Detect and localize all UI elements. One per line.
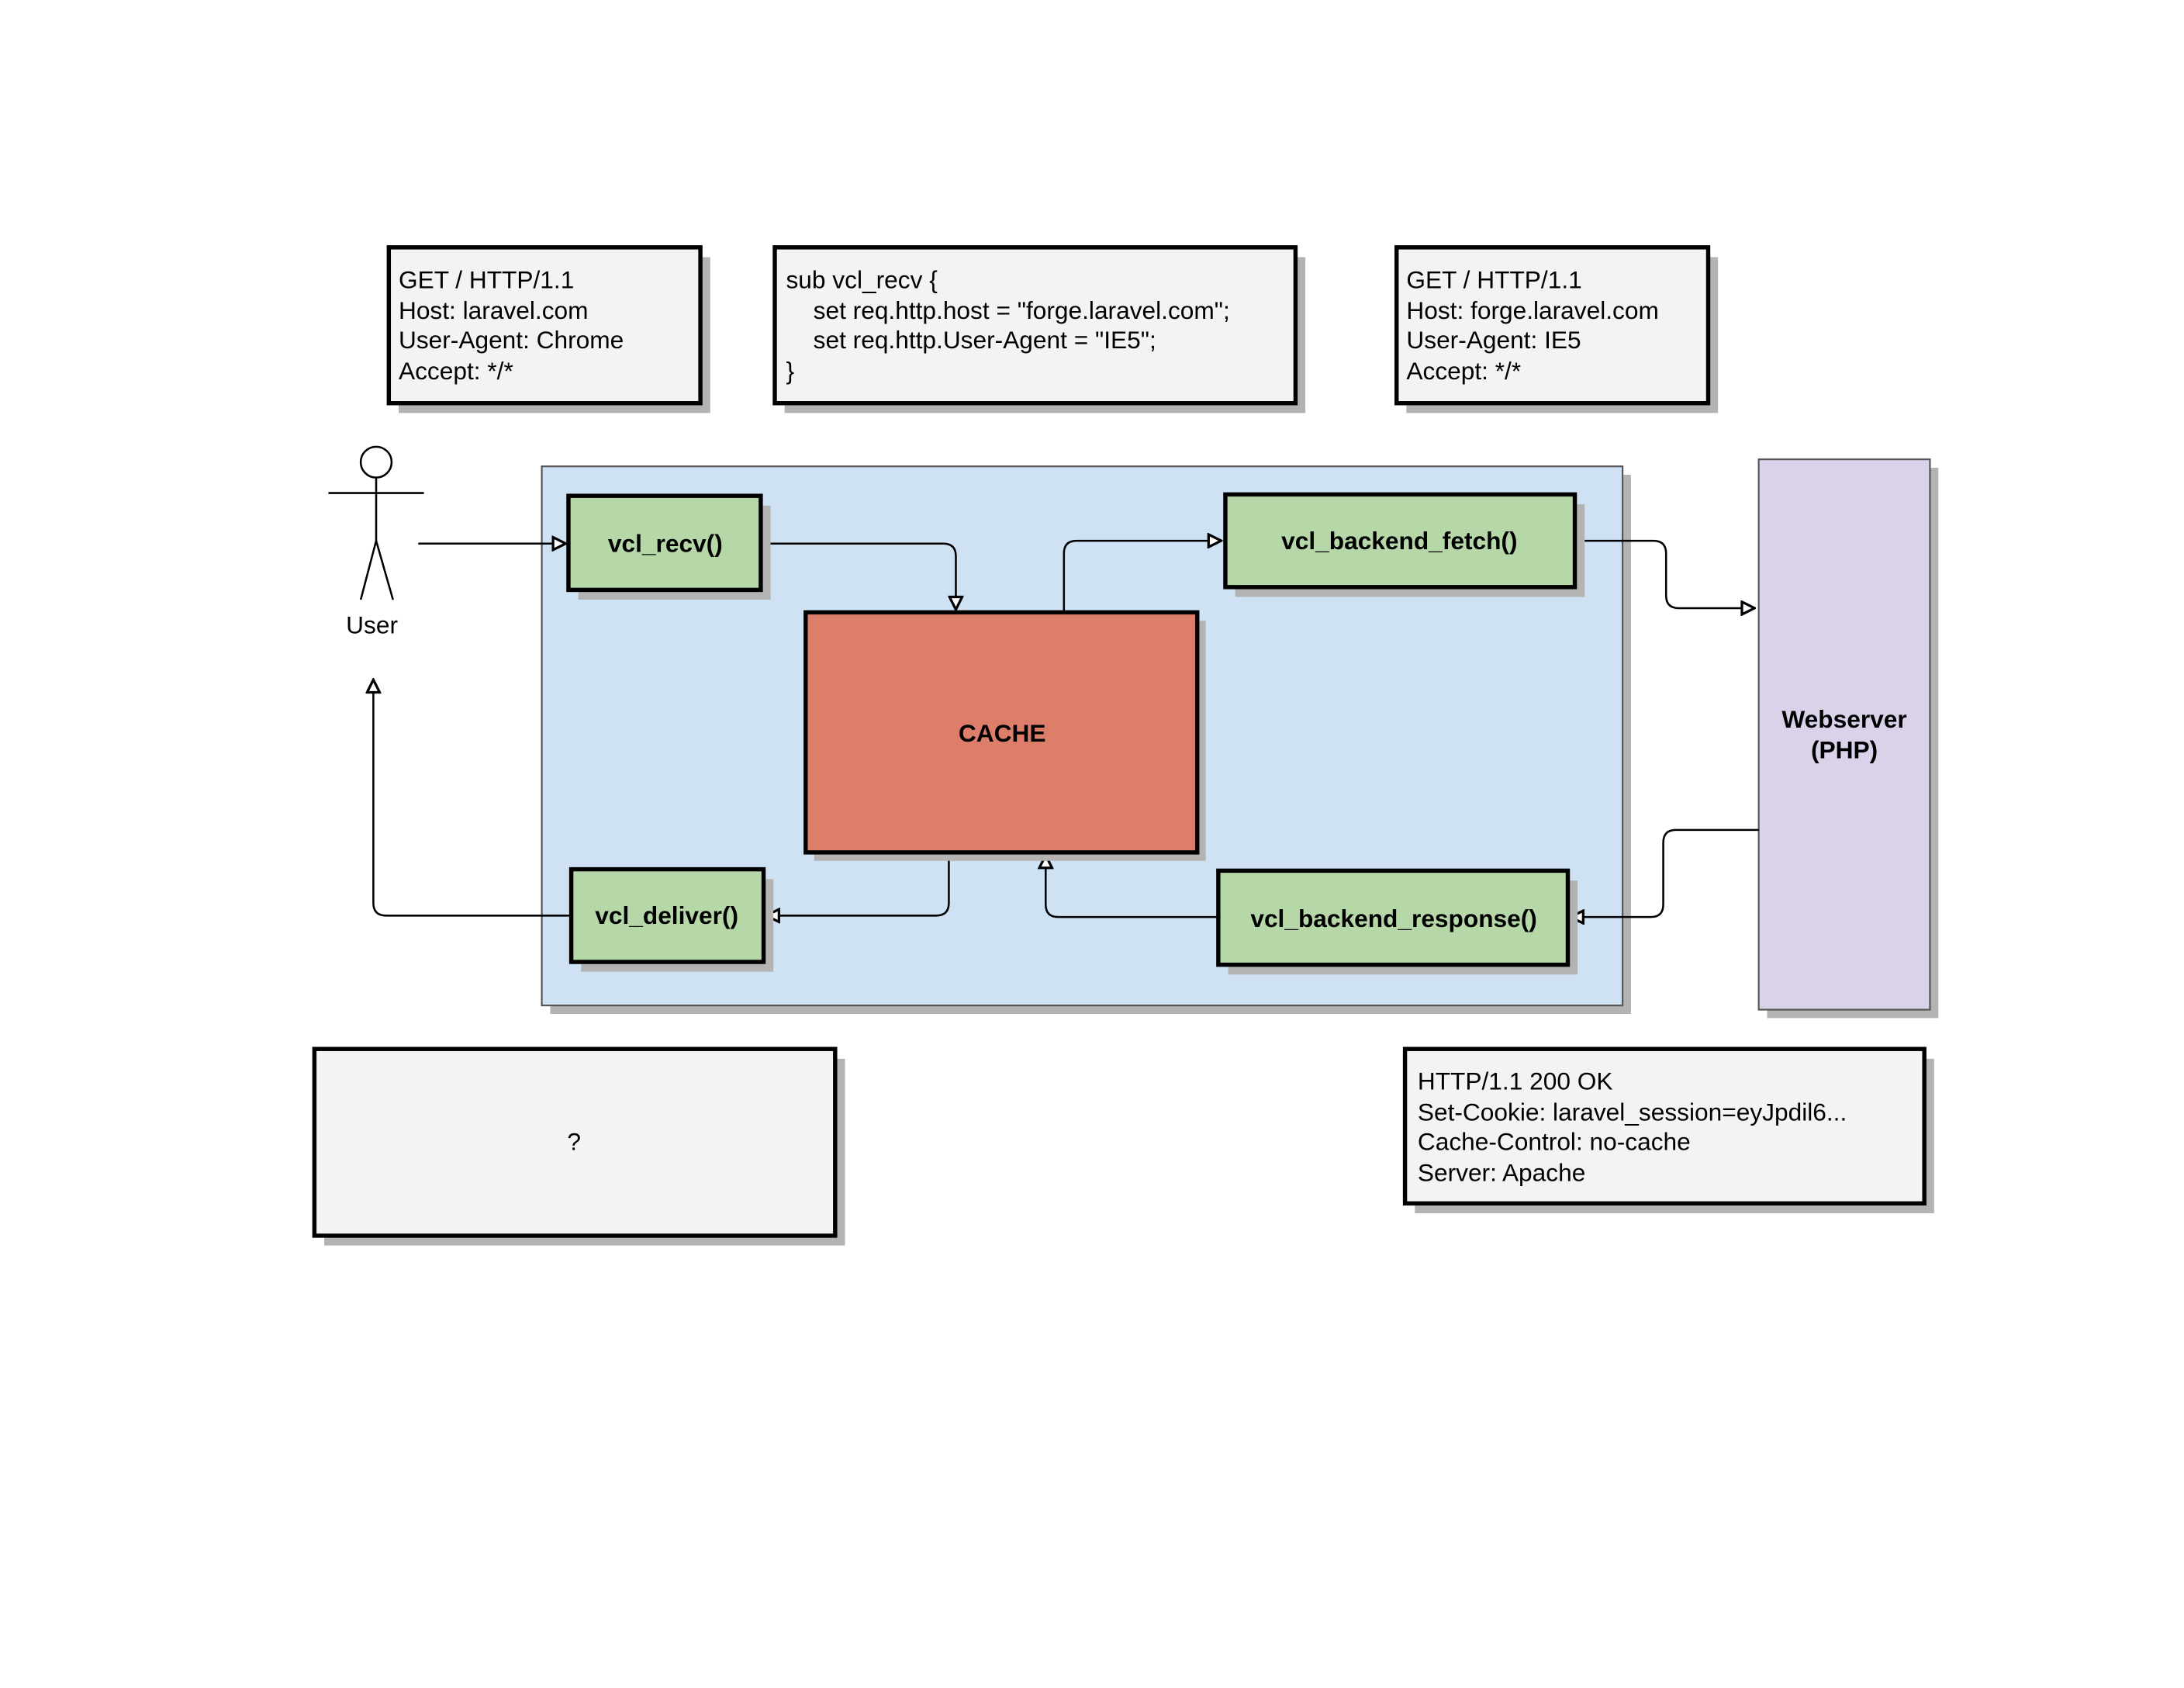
note-line: User-Agent: Chrome [399,326,624,354]
note-line: GET / HTTP/1.1 [399,265,574,293]
cache-node: CACHE [803,610,1206,861]
varnish-flow-diagram: GET / HTTP/1.1 Host: laravel.com User-Ag… [312,245,1939,1246]
note-line: Server: Apache [1418,1158,1585,1186]
backend-response-note: HTTP/1.1 200 OK Set-Cookie: laravel_sess… [1402,1046,1934,1213]
note-line: Host: laravel.com [399,296,589,324]
vcl-backend-response-label: vcl_backend_response() [1250,905,1537,932]
vcl-deliver-node: vcl_deliver() [568,866,774,972]
vcl-deliver-label: vcl_deliver() [595,901,738,929]
vcl-recv-label: vcl_recv() [608,530,723,558]
unknown-response-text: ? [567,1128,581,1156]
vcl-backend-response-node: vcl_backend_response() [1216,868,1578,975]
vcl-backend-fetch-node: vcl_backend_fetch() [1223,492,1585,597]
vcl-recv-node: vcl_recv() [566,493,771,600]
code-line: set req.http.host = "forge.laravel.com"; [786,296,1229,324]
client-response-note: ? [312,1046,845,1246]
cache-label: CACHE [959,719,1046,747]
note-line: User-Agent: IE5 [1406,326,1581,354]
note-line: Accept: */* [1406,357,1521,385]
backend-request-note: GET / HTTP/1.1 Host: forge.laravel.com U… [1394,245,1719,413]
code-line: sub vcl_recv { [786,265,938,293]
note-line: GET / HTTP/1.1 [1406,265,1581,293]
code-line: set req.http.User-Agent = "IE5"; [786,326,1156,354]
client-request-note: GET / HTTP/1.1 Host: laravel.com User-Ag… [386,245,710,413]
code-line: } [786,357,794,385]
note-line: Set-Cookie: laravel_session=eyJpdil6... [1418,1098,1847,1126]
note-line: Host: forge.laravel.com [1406,296,1658,324]
user-label: User [346,611,398,639]
note-line: Accept: */* [399,357,513,385]
webserver-node: Webserver (PHP) [1757,458,1939,1019]
webserver-label: Webserver [1781,705,1906,733]
webserver-label: (PHP) [1811,736,1878,764]
vcl-code-note: sub vcl_recv { set req.http.host = "forg… [772,245,1306,413]
user-actor-icon [328,445,424,600]
note-line: HTTP/1.1 200 OK [1418,1067,1613,1095]
vcl-backend-fetch-label: vcl_backend_fetch() [1281,527,1517,555]
note-line: Cache-Control: no-cache [1418,1128,1691,1156]
